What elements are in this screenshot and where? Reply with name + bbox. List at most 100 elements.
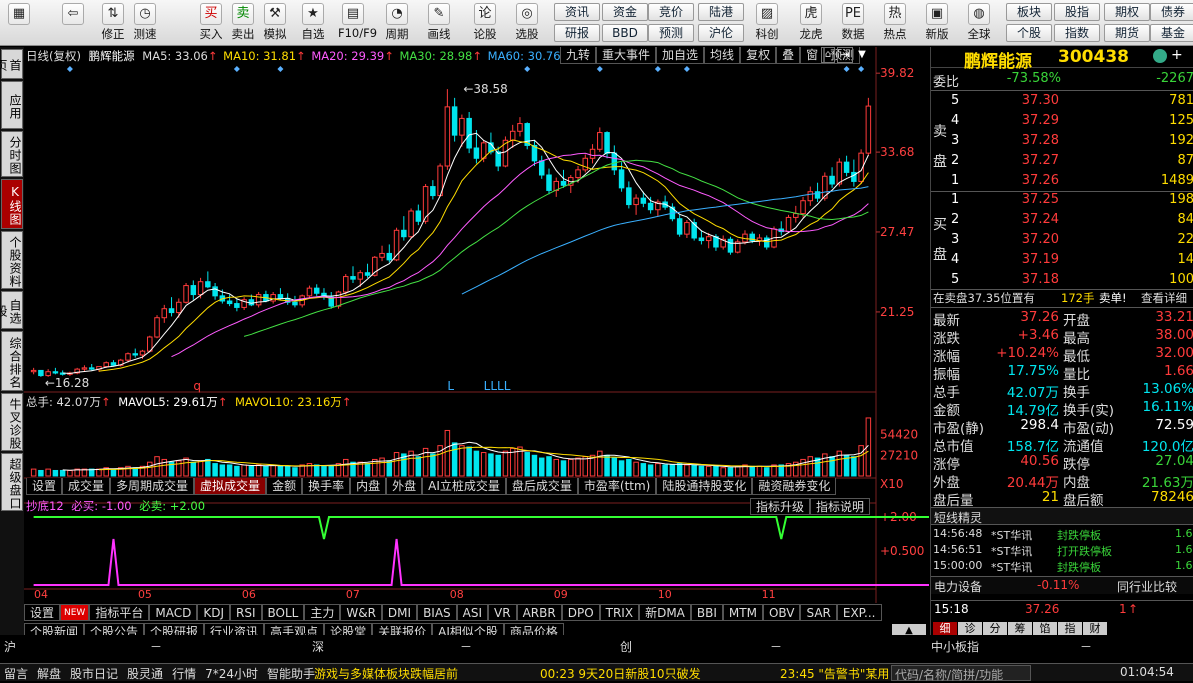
candle-body[interactable] [640,197,647,204]
toolbar-hot-button[interactable]: 热热点 [880,2,910,44]
candle-body[interactable] [444,106,451,167]
tab-subtabs-2[interactable]: 多周期成交量 [110,478,195,495]
quick-button[interactable]: 指数 [1054,24,1100,42]
candle-body[interactable] [560,180,567,186]
candle-body[interactable] [582,157,589,171]
toolbar-kechuang-button[interactable]: ▨ 科创 [752,2,782,44]
candle-body[interactable] [205,281,211,288]
status-menu-item[interactable]: 留言 [4,665,28,682]
period-label[interactable]: 日线(复权) [26,49,81,63]
order-book-row[interactable]: 3 37.28 192 [931,133,1193,151]
candle-body[interactable] [30,369,37,373]
candle-body[interactable] [248,299,255,306]
tab-indtabs-4[interactable]: KDJ [197,604,230,621]
dropdown-icon[interactable]: ▼ [855,47,869,63]
left-tab[interactable]: 应用 [1,81,23,129]
candle-body[interactable] [270,294,276,302]
toolbar-globe-button[interactable]: ◍ 全球 [964,2,994,44]
candle-body[interactable] [793,213,799,218]
order-book-row[interactable]: 4 37.19 14 [931,252,1193,270]
tab-indtabs-17[interactable]: BBI [690,604,723,621]
quote-tab[interactable]: 诊 [958,622,982,635]
quick-button[interactable]: BBD [602,24,648,42]
quote-tab[interactable]: 指 [1058,622,1082,635]
candle-body[interactable] [313,287,320,294]
left-tab[interactable]: 超级盘口 [1,453,23,511]
tab-hdrbtns-2[interactable]: 加自选 [656,47,705,64]
expand-icon[interactable]: ⇥ [837,47,853,63]
ticker-detail-link[interactable]: 查看详细 [1141,290,1187,306]
tab-indtabs-0[interactable]: 设置 [24,604,61,621]
news-ticker-2[interactable]: 00:23 9天20日新股10只破发 [540,665,701,682]
candle-body[interactable] [517,123,523,132]
candle-body[interactable] [234,303,240,308]
candle-body[interactable] [466,117,472,149]
quick-button[interactable]: 基金 [1150,24,1193,42]
candle-body[interactable] [255,294,262,306]
tab-indtabs-13[interactable]: ARBR [516,604,562,621]
candle-body[interactable] [684,222,690,235]
quick-button[interactable]: 陆港 [698,3,744,21]
candle-body[interactable] [459,117,465,136]
candle-body[interactable] [546,174,552,191]
candle-body[interactable] [807,191,814,202]
toolbar-discuss-button[interactable]: 论论股 [470,2,500,44]
candle-body[interactable] [647,202,654,211]
candle-body[interactable] [575,169,581,179]
news-ticker-3[interactable]: 23:45 "告警书"某用 [780,665,888,682]
candle-body[interactable] [597,132,603,150]
tab-hdrbtns-4[interactable]: 复权 [740,47,777,64]
candle-body[interactable] [415,210,422,222]
tab-indtabs-14[interactable]: DPO [561,604,600,621]
globe-icon[interactable] [1153,49,1167,63]
quick-button[interactable]: 板块 [1006,3,1052,21]
toolbar-sell-button[interactable]: 卖卖出 [228,2,258,44]
toolbar-buy-button[interactable]: 买买入 [196,2,226,44]
indicator-explain-button[interactable]: 指标说明 [810,498,871,515]
quick-button[interactable]: 研报 [554,24,600,42]
tab-subtabs-1[interactable]: 成交量 [62,478,111,495]
index-sh-label[interactable]: 沪 [4,638,16,655]
status-menu-item[interactable]: 行情 [172,665,196,682]
candle-body[interactable] [154,317,160,338]
tab-hdrbtns-5[interactable]: 叠 [776,47,801,64]
left-tab[interactable]: 牛叉诊股 [1,393,23,451]
candle-body[interactable] [618,169,625,189]
tab-subtabs-9[interactable]: 盘后成交量 [505,478,578,495]
left-tab[interactable]: 综合排名 [1,331,23,391]
indicator-upgrade-button[interactable]: 指标升级 [750,498,811,515]
index-zxb-label[interactable]: 中小板指 [931,638,979,655]
news-item[interactable]: 15:00:00 *ST华讯 封跌停板 1.6 [931,559,1193,577]
tab-indtabs-1[interactable]: NEW [60,604,90,621]
candle-body[interactable] [836,161,843,185]
status-menu-item[interactable]: 股市日记 [70,665,118,682]
order-book-row[interactable]: 5 37.30 781 [931,93,1193,111]
candle-body[interactable] [277,294,284,299]
toolbar-data-button[interactable]: PE 数据 [838,2,868,44]
quote-tab[interactable]: 馅 [1033,622,1057,635]
toolbar-new-version-button[interactable]: ▣ 新版 [922,2,952,44]
index-sz-label[interactable]: 深 [312,638,324,655]
candle-body[interactable] [829,175,835,185]
left-tab[interactable]: 个股资料 [1,231,23,289]
tab-indtabs-9[interactable]: DMI [381,604,418,621]
candle-body[interactable] [495,151,501,167]
candle-body[interactable] [212,286,218,297]
candle-body[interactable] [698,237,705,242]
tab-indtabs-19[interactable]: OBV [762,604,801,621]
toolbar-windows-button[interactable]: ▦ [4,2,34,44]
order-book-row[interactable]: 2 37.24 84 [931,212,1193,230]
quick-button[interactable]: 资讯 [554,3,600,21]
news-title[interactable]: 短线精灵 [934,509,982,526]
indicator-name[interactable]: 抄底12 [26,499,64,513]
candle-body[interactable] [408,210,414,238]
candle-body[interactable] [705,236,712,242]
candle-body[interactable] [589,148,596,159]
left-tab[interactable]: 自选股 [0,291,23,329]
candle-body[interactable] [364,272,371,276]
quote-tab[interactable]: 筹 [1008,622,1032,635]
candle-body[interactable] [676,218,683,235]
left-tab[interactable]: 首页 [0,49,23,79]
tab-subtabs-12[interactable]: 融资融券变化 [752,478,837,495]
tab-indtabs-18[interactable]: MTM [722,604,763,621]
